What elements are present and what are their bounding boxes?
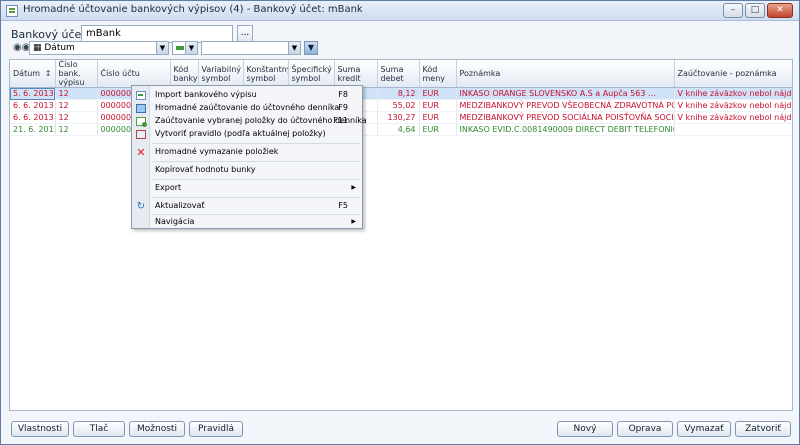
funnel-icon: ▼ — [307, 43, 315, 52]
submenu-arrow-icon: ▶ — [351, 218, 356, 225]
table-cell[interactable]: 6. 6. 2013 — [10, 99, 56, 112]
equals-icon — [176, 46, 184, 50]
column-header[interactable]: Konštantný symbol — [243, 60, 289, 88]
delete-icon: ✕ — [136, 146, 146, 159]
filter-field-select[interactable]: ▦ Dátum ▼ — [29, 41, 169, 55]
context-menu: Import bankového výpisu F8 Hromadné zaúč… — [131, 85, 367, 229]
menu-item-export[interactable]: Export ▶ — [132, 182, 362, 194]
table-cell[interactable]: MEDZIBANKOVÝ PREVOD VŠEOBECNÁ ZDRAVOTNÁ … — [456, 99, 675, 112]
table-cell[interactable]: 4,64 — [377, 123, 420, 136]
filter-bar: ◉◉ ▦ Dátum ▼ ▼ ▼ ▼ — [9, 41, 793, 55]
table-cell[interactable]: V knihe záväzkov nebol nájdený do... — [674, 111, 792, 124]
menu-item-import[interactable]: Import bankového výpisu F8 — [132, 89, 362, 101]
rule-icon — [136, 130, 146, 139]
submenu-arrow-icon: ▶ — [351, 184, 356, 191]
menu-separator — [152, 179, 360, 180]
table-cell[interactable]: V knihe záväzkov nebol nájdený do... — [674, 87, 792, 100]
print-button[interactable]: Tlač — [73, 421, 125, 437]
table-cell[interactable]: 12 — [55, 111, 98, 124]
chevron-down-icon[interactable]: ▼ — [288, 42, 300, 54]
title-bar[interactable]: Hromadné účtovanie bankových výpisov (4)… — [1, 1, 799, 21]
import-icon — [136, 91, 146, 100]
sort-icon: ↕ — [44, 69, 52, 78]
window-title: Hromadné účtovanie bankových výpisov (4)… — [23, 4, 363, 15]
close-button[interactable]: Zatvoriť — [735, 421, 791, 437]
table-cell[interactable]: EUR — [419, 111, 457, 124]
bottom-toolbar: Vlastnosti Tlač Možnosti Pravidlá Nový O… — [1, 417, 799, 445]
table-cell[interactable]: INKASO ORANGE SLOVENSKO A.S a Aupča 563 … — [456, 87, 675, 100]
filter-operator-select[interactable]: ▼ — [172, 41, 198, 55]
column-header[interactable]: Číslo bank. výpisu — [55, 60, 98, 88]
binoculars-icon: ◉◉ — [13, 42, 31, 53]
column-header[interactable]: Kód banky — [170, 60, 199, 88]
close-window-button[interactable]: ✕ — [767, 3, 793, 18]
table-cell[interactable]: INKASO EVID.C.0081490009 DIRECT DEBIT TE… — [456, 123, 675, 136]
maximize-button[interactable]: □ — [745, 3, 765, 18]
menu-item-post-selected[interactable]: Zaúčtovanie vybranej položky do účtovnéh… — [132, 115, 367, 127]
column-header[interactable]: Zaúčtovanie - poznámka — [674, 60, 792, 88]
mass-post-icon — [136, 104, 146, 113]
main-window: Hromadné účtovanie bankových výpisov (4)… — [0, 0, 800, 445]
chevron-down-icon[interactable]: ▼ — [185, 42, 197, 54]
table-row[interactable]: 6. 6. 2013 12 000000-7000 55,02 EUR MEDZ… — [10, 99, 792, 112]
table-cell[interactable]: 5. 6. 2013 — [10, 87, 56, 100]
filter-field-value: Dátum — [44, 43, 75, 53]
column-header[interactable]: Dátum ↕ — [10, 60, 56, 88]
menu-item-copy-cell[interactable]: Kopírovať hodnotu bunky — [132, 164, 362, 176]
grid-header-row: Dátum ↕ Číslo bank. výpisu Číslo účtu Kód… — [10, 60, 792, 88]
edit-button[interactable]: Oprava — [617, 421, 673, 437]
menu-separator — [152, 214, 360, 215]
new-button[interactable]: Nový — [557, 421, 613, 437]
filter-apply-button[interactable]: ▼ — [304, 41, 318, 55]
refresh-icon: ↻ — [136, 201, 146, 212]
menu-separator — [152, 143, 360, 144]
menu-item-create-rule[interactable]: Vytvoriť pravidlo (podľa aktuálnej polož… — [132, 128, 362, 140]
menu-separator — [152, 197, 360, 198]
menu-separator — [152, 161, 360, 162]
column-header[interactable]: Poznámka — [456, 60, 675, 88]
menu-item-refresh[interactable]: ↻ Aktualizovať F5 — [132, 200, 362, 212]
table-cell[interactable]: EUR — [419, 99, 457, 112]
table-cell[interactable]: 6. 6. 2013 — [10, 111, 56, 124]
table-row[interactable]: 6. 6. 2013 12 000000-7000 130,27 EUR MED… — [10, 111, 792, 124]
table-cell[interactable]: 12 — [55, 123, 98, 136]
menu-item-mass-post[interactable]: Hromadné zaúčtovanie do účtovného denník… — [132, 102, 362, 114]
table-row[interactable]: 5. 6. 2013 12 000000-2670020907 1100 000… — [10, 87, 792, 100]
post-item-icon — [136, 117, 147, 127]
delete-button[interactable]: Vymazať — [677, 421, 731, 437]
statements-grid[interactable]: Dátum ↕ Číslo bank. výpisu Číslo účtu Kód… — [9, 59, 793, 411]
column-header[interactable]: Suma kredit — [334, 60, 378, 88]
table-cell[interactable]: 55,02 — [377, 99, 420, 112]
chevron-down-icon[interactable]: ▼ — [156, 42, 168, 54]
table-cell[interactable]: 130,27 — [377, 111, 420, 124]
table-cell[interactable]: V knihe záväzkov nebol nájdený do... — [674, 99, 792, 112]
table-cell[interactable]: 12 — [55, 87, 98, 100]
table-cell[interactable]: 12 — [55, 99, 98, 112]
calendar-icon: ▦ — [33, 43, 45, 53]
column-header[interactable]: Číslo účtu — [97, 60, 171, 88]
table-cell[interactable]: 21. 6. 2013 — [10, 123, 56, 136]
minimize-button[interactable]: – — [723, 3, 743, 18]
column-header[interactable]: Špecifický symbol — [288, 60, 335, 88]
column-header[interactable]: Suma debet — [377, 60, 420, 88]
window-controls: – □ ✕ — [723, 3, 793, 18]
statements-table: Dátum ↕ Číslo bank. výpisu Číslo účtu Kód… — [10, 60, 792, 136]
rules-button[interactable]: Pravidlá — [189, 421, 243, 437]
table-cell[interactable]: EUR — [419, 87, 457, 100]
table-cell[interactable] — [674, 123, 792, 136]
options-button[interactable]: Možnosti — [129, 421, 185, 437]
menu-item-navigation[interactable]: Navigácia ▶ — [132, 216, 362, 228]
filter-value-select[interactable]: ▼ — [201, 41, 301, 55]
column-header[interactable]: Kód meny — [419, 60, 457, 88]
app-icon — [6, 5, 18, 17]
table-row[interactable]: 21. 6. 2013 12 000000-002 4,64 EUR INKAS… — [10, 123, 792, 136]
account-label: Bankový účet — [11, 28, 86, 41]
menu-item-mass-delete[interactable]: ✕ Hromadné vymazanie položiek — [132, 146, 362, 158]
table-cell[interactable]: MEDZIBANKOVÝ PREVOD SOCIÁLNA POISŤOVŇA S… — [456, 111, 675, 124]
table-cell[interactable]: EUR — [419, 123, 457, 136]
table-cell[interactable]: 8,12 — [377, 87, 420, 100]
column-header[interactable]: Variabilný symbol — [198, 60, 244, 88]
properties-button[interactable]: Vlastnosti — [11, 421, 69, 437]
